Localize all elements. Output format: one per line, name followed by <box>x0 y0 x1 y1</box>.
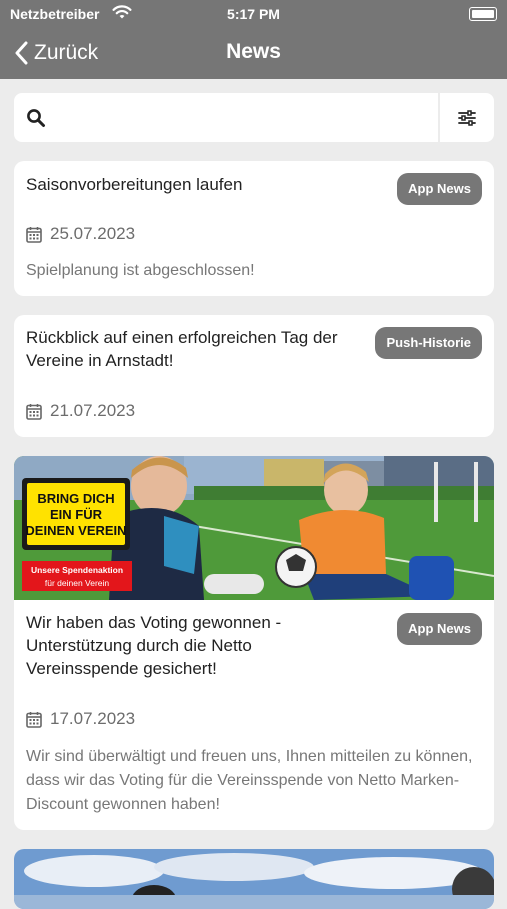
sign-line-2: EIN FÜR <box>50 507 103 522</box>
search-input[interactable] <box>58 93 452 142</box>
category-badge: App News <box>397 613 482 645</box>
filter-button[interactable] <box>440 93 494 142</box>
sliders-icon <box>458 109 476 126</box>
news-title: Saisonvorbereitungen laufen <box>26 175 243 194</box>
sign-line-3: DEINEN VEREIN <box>25 523 126 538</box>
category-badge: App News <box>397 173 482 205</box>
news-card[interactable]: BRING DICH EIN FÜR DEINEN VEREIN Unsere … <box>14 456 494 830</box>
promo-line-1: Unsere Spendenaktion <box>31 565 123 575</box>
news-card[interactable]: Rückblick auf einen erfolgreichen Tag de… <box>14 315 494 437</box>
search-bar <box>14 93 494 142</box>
news-card[interactable]: Saisonvorbereitungen laufen App News 25.… <box>14 161 494 296</box>
search-icon <box>27 109 45 127</box>
news-image: BRING DICH EIN FÜR DEINEN VEREIN Unsere … <box>14 456 494 600</box>
news-date: 25.07.2023 <box>26 223 135 245</box>
top-bar: Netzbetreiber 5:17 PM Zurück News <box>0 0 507 79</box>
news-date: 17.07.2023 <box>26 708 135 730</box>
date-text: 25.07.2023 <box>50 224 136 243</box>
clock: 5:17 PM <box>227 6 280 22</box>
category-badge: Push-Historie <box>375 327 482 359</box>
calendar-icon <box>26 403 42 420</box>
news-image <box>14 849 494 909</box>
date-text: 21.07.2023 <box>50 401 136 420</box>
news-description: Wir sind überwältigt und freuen uns, Ihn… <box>26 748 473 813</box>
news-description: Spielplanung ist abgeschlossen! <box>26 262 255 279</box>
date-text: 17.07.2023 <box>50 709 136 728</box>
calendar-icon <box>26 226 42 243</box>
sign-line-1: BRING DICH <box>37 491 114 506</box>
news-title: Wir haben das Voting gewonnen - Unterstü… <box>26 613 282 678</box>
status-bar: Netzbetreiber 5:17 PM <box>0 4 507 24</box>
promo-line-2: für deinen Verein <box>45 578 110 588</box>
news-title: Rückblick auf einen erfolgreichen Tag de… <box>26 328 338 370</box>
news-card[interactable] <box>14 849 494 909</box>
news-date: 21.07.2023 <box>26 400 135 422</box>
calendar-icon <box>26 711 42 728</box>
page-title: News <box>226 40 281 63</box>
battery-icon <box>469 7 497 21</box>
